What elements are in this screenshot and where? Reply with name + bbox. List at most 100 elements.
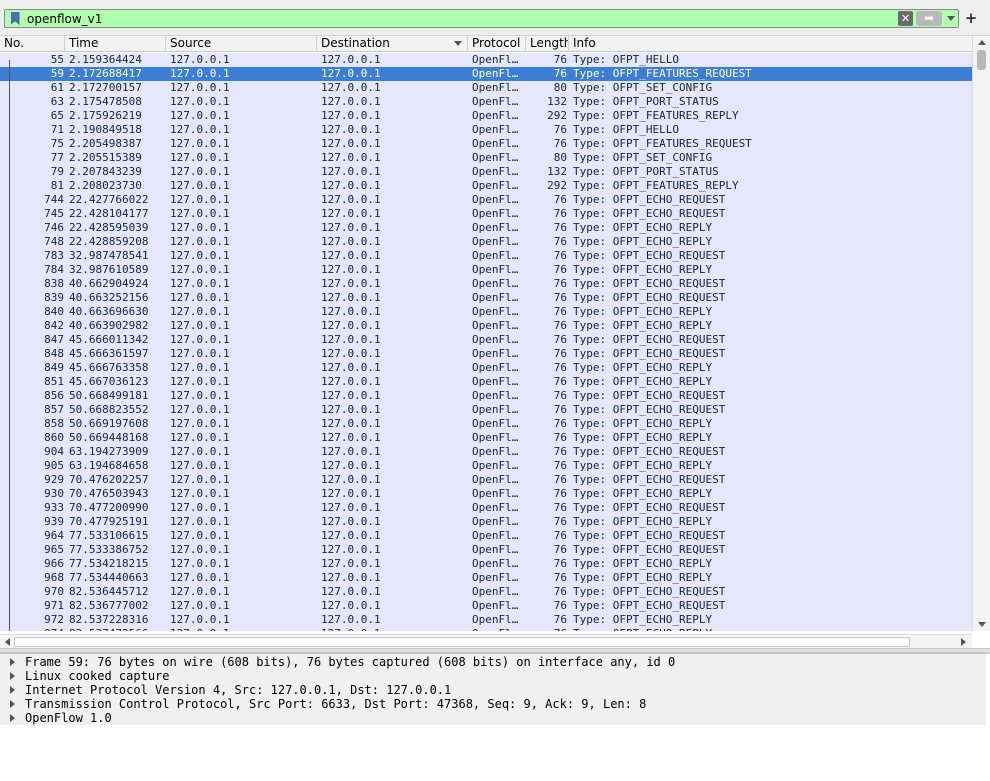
apply-arrow-icon[interactable]: ➡ [916, 11, 942, 26]
cell-info: Type: OFPT_PORT_STATUS [573, 95, 719, 108]
expand-arrow-icon[interactable] [10, 672, 15, 680]
expand-arrow-icon[interactable] [10, 686, 15, 694]
cell-proto: OpenFl… [472, 543, 519, 556]
table-row[interactable]: 929 70.476202257 127.0.0.1 127.0.0.1 OpenFl…… [0, 473, 972, 487]
horizontal-scrollbar[interactable] [0, 634, 972, 648]
expand-arrow-icon[interactable] [10, 658, 15, 666]
cell-proto: OpenFl… [472, 599, 519, 612]
cell-time: 22.428859208 [69, 235, 149, 248]
clear-icon[interactable]: ✕ [898, 11, 913, 26]
cell-info: Type: OFPT_ECHO_REQUEST [573, 347, 726, 360]
column-header-time[interactable]: Time [65, 36, 166, 52]
column-header-protocol[interactable]: Protocol [468, 36, 526, 52]
table-row[interactable]: 77 2.205515389 127.0.0.1 127.0.0.1 OpenFl… 80… [0, 151, 972, 165]
table-row[interactable]: 904 63.194273909 127.0.0.1 127.0.0.1 OpenFl…… [0, 445, 972, 459]
chevron-down-icon[interactable] [945, 13, 957, 25]
table-row[interactable]: 63 2.175478508 127.0.0.1 127.0.0.1 OpenFl… 13… [0, 95, 972, 109]
cell-proto: OpenFl… [472, 473, 519, 486]
table-row[interactable]: 840 40.663696630 127.0.0.1 127.0.0.1 OpenFl…… [0, 305, 972, 319]
detail-tree-item[interactable]: Linux cooked capture [0, 669, 986, 683]
cell-len: 132 [547, 95, 567, 108]
table-row[interactable]: 75 2.205498387 127.0.0.1 127.0.0.1 OpenFl… 76… [0, 137, 972, 151]
detail-tree-label: Internet Protocol Version 4, Src: 127.0.… [25, 683, 452, 697]
expand-arrow-icon[interactable] [10, 714, 15, 722]
table-row[interactable]: 61 2.172700157 127.0.0.1 127.0.0.1 OpenFl… 80… [0, 81, 972, 95]
table-row[interactable]: 930 70.476503943 127.0.0.1 127.0.0.1 OpenFl…… [0, 487, 972, 501]
table-row[interactable]: 79 2.207843239 127.0.0.1 127.0.0.1 OpenFl… 13… [0, 165, 972, 179]
table-row[interactable]: 748 22.428859208 127.0.0.1 127.0.0.1 OpenFl…… [0, 235, 972, 249]
table-row[interactable]: 939 70.477925191 127.0.0.1 127.0.0.1 OpenFl…… [0, 515, 972, 529]
scroll-up-icon[interactable] [978, 40, 986, 45]
table-row[interactable]: 966 77.534218215 127.0.0.1 127.0.0.1 OpenFl…… [0, 557, 972, 571]
vertical-scrollbar[interactable] [972, 36, 990, 631]
table-row[interactable]: 856 50.668499181 127.0.0.1 127.0.0.1 OpenFl…… [0, 389, 972, 403]
detail-tree-item[interactable]: Internet Protocol Version 4, Src: 127.0.… [0, 683, 986, 697]
cell-info: Type: OFPT_FEATURES_REQUEST [573, 67, 752, 80]
detail-tree-item[interactable]: Frame 59: 76 bytes on wire (608 bits), 7… [0, 655, 986, 669]
cell-src: 127.0.0.1 [170, 235, 230, 248]
cell-info: Type: OFPT_ECHO_REQUEST [573, 333, 726, 346]
scroll-left-icon[interactable] [5, 638, 10, 646]
cell-proto: OpenFl… [472, 221, 519, 234]
table-row[interactable]: 970 82.536445712 127.0.0.1 127.0.0.1 OpenFl…… [0, 585, 972, 599]
column-header-no[interactable]: No. [0, 36, 65, 52]
table-row[interactable]: 964 77.533106615 127.0.0.1 127.0.0.1 OpenFl…… [0, 529, 972, 543]
table-row[interactable]: 839 40.663252156 127.0.0.1 127.0.0.1 OpenFl…… [0, 291, 972, 305]
table-row[interactable]: 848 45.666361597 127.0.0.1 127.0.0.1 OpenFl…… [0, 347, 972, 361]
cell-len: 76 [553, 207, 567, 220]
table-row[interactable]: 81 2.208023730 127.0.0.1 127.0.0.1 OpenFl… 29… [0, 179, 972, 193]
cell-src: 127.0.0.1 [170, 389, 230, 402]
table-row[interactable]: 842 40.663902982 127.0.0.1 127.0.0.1 OpenFl…… [0, 319, 972, 333]
table-row[interactable]: 745 22.428104177 127.0.0.1 127.0.0.1 OpenFl…… [0, 207, 972, 221]
table-row[interactable]: 965 77.533386752 127.0.0.1 127.0.0.1 OpenFl…… [0, 543, 972, 557]
table-row[interactable]: 744 22.427766022 127.0.0.1 127.0.0.1 OpenFl…… [0, 193, 972, 207]
scroll-right-icon[interactable] [961, 638, 966, 646]
table-row-selected[interactable]: 59 2.172688417 127.0.0.1 127.0.0.1 OpenFl… 76… [0, 67, 972, 81]
detail-tree-item[interactable]: Transmission Control Protocol, Src Port:… [0, 697, 986, 711]
table-row[interactable]: 851 45.667036123 127.0.0.1 127.0.0.1 OpenFl…… [0, 375, 972, 389]
cell-proto: OpenFl… [472, 109, 519, 122]
cell-dst: 127.0.0.1 [321, 333, 381, 346]
table-row[interactable]: 933 70.477200990 127.0.0.1 127.0.0.1 OpenFl…… [0, 501, 972, 515]
expand-arrow-icon[interactable] [10, 700, 15, 708]
cell-len: 76 [553, 417, 567, 430]
horizontal-scroll-thumb[interactable] [14, 637, 910, 647]
table-row[interactable]: 860 50.669448168 127.0.0.1 127.0.0.1 OpenFl…… [0, 431, 972, 445]
cell-len: 76 [553, 613, 567, 626]
table-row[interactable]: 65 2.175926219 127.0.0.1 127.0.0.1 OpenFl… 29… [0, 109, 972, 123]
table-row[interactable]: 55 2.159364424 127.0.0.1 127.0.0.1 OpenFl… 76… [0, 53, 972, 67]
column-header-info[interactable]: Info [569, 36, 972, 52]
table-row[interactable]: 849 45.666763358 127.0.0.1 127.0.0.1 OpenFl…… [0, 361, 972, 375]
column-header-destination[interactable]: Destination [317, 36, 468, 52]
packet-details: Frame 59: 76 bytes on wire (608 bits), 7… [0, 653, 990, 781]
table-row[interactable]: 784 32.987610589 127.0.0.1 127.0.0.1 OpenFl…… [0, 263, 972, 277]
cell-dst: 127.0.0.1 [321, 81, 381, 94]
cell-info: Type: OFPT_ECHO_REPLY [573, 375, 713, 388]
table-row[interactable]: 858 50.669197608 127.0.0.1 127.0.0.1 OpenFl…… [0, 417, 972, 431]
bookmark-icon[interactable] [7, 11, 23, 26]
table-row[interactable]: 838 40.662904924 127.0.0.1 127.0.0.1 OpenFl…… [0, 277, 972, 291]
cell-proto: OpenFl… [472, 123, 519, 136]
scroll-down-icon[interactable] [978, 622, 986, 627]
column-header-source[interactable]: Source [166, 36, 317, 52]
table-row[interactable]: 71 2.190849518 127.0.0.1 127.0.0.1 OpenFl… 76… [0, 123, 972, 137]
cell-proto: OpenFl… [472, 305, 519, 318]
table-row[interactable]: 974 82.537472566 127.0.0.1 127.0.0.1 OpenFl…… [0, 627, 972, 631]
table-row[interactable]: 783 32.987478541 127.0.0.1 127.0.0.1 OpenFl…… [0, 249, 972, 263]
cell-time: 32.987478541 [69, 249, 149, 262]
cell-src: 127.0.0.1 [170, 179, 230, 192]
table-row[interactable]: 968 77.534440663 127.0.0.1 127.0.0.1 OpenFl…… [0, 571, 972, 585]
table-row[interactable]: 857 50.668823552 127.0.0.1 127.0.0.1 OpenFl…… [0, 403, 972, 417]
table-row[interactable]: 847 45.666011342 127.0.0.1 127.0.0.1 OpenFl…… [0, 333, 972, 347]
table-row[interactable]: 746 22.428595039 127.0.0.1 127.0.0.1 OpenFl…… [0, 221, 972, 235]
cell-info: Type: OFPT_ECHO_REQUEST [573, 207, 726, 220]
table-row[interactable]: 971 82.536777002 127.0.0.1 127.0.0.1 OpenFl…… [0, 599, 972, 613]
vertical-scroll-thumb[interactable] [977, 50, 986, 70]
cell-proto: OpenFl… [472, 571, 519, 584]
table-row[interactable]: 905 63.194684658 127.0.0.1 127.0.0.1 OpenFl…… [0, 459, 972, 473]
display-filter-input[interactable] [27, 11, 897, 26]
plus-icon[interactable]: + [964, 9, 978, 28]
detail-tree-item[interactable]: OpenFlow 1.0 [0, 711, 986, 725]
table-row[interactable]: 972 82.537228316 127.0.0.1 127.0.0.1 OpenFl…… [0, 613, 972, 627]
column-header-length[interactable]: Length [526, 36, 569, 52]
